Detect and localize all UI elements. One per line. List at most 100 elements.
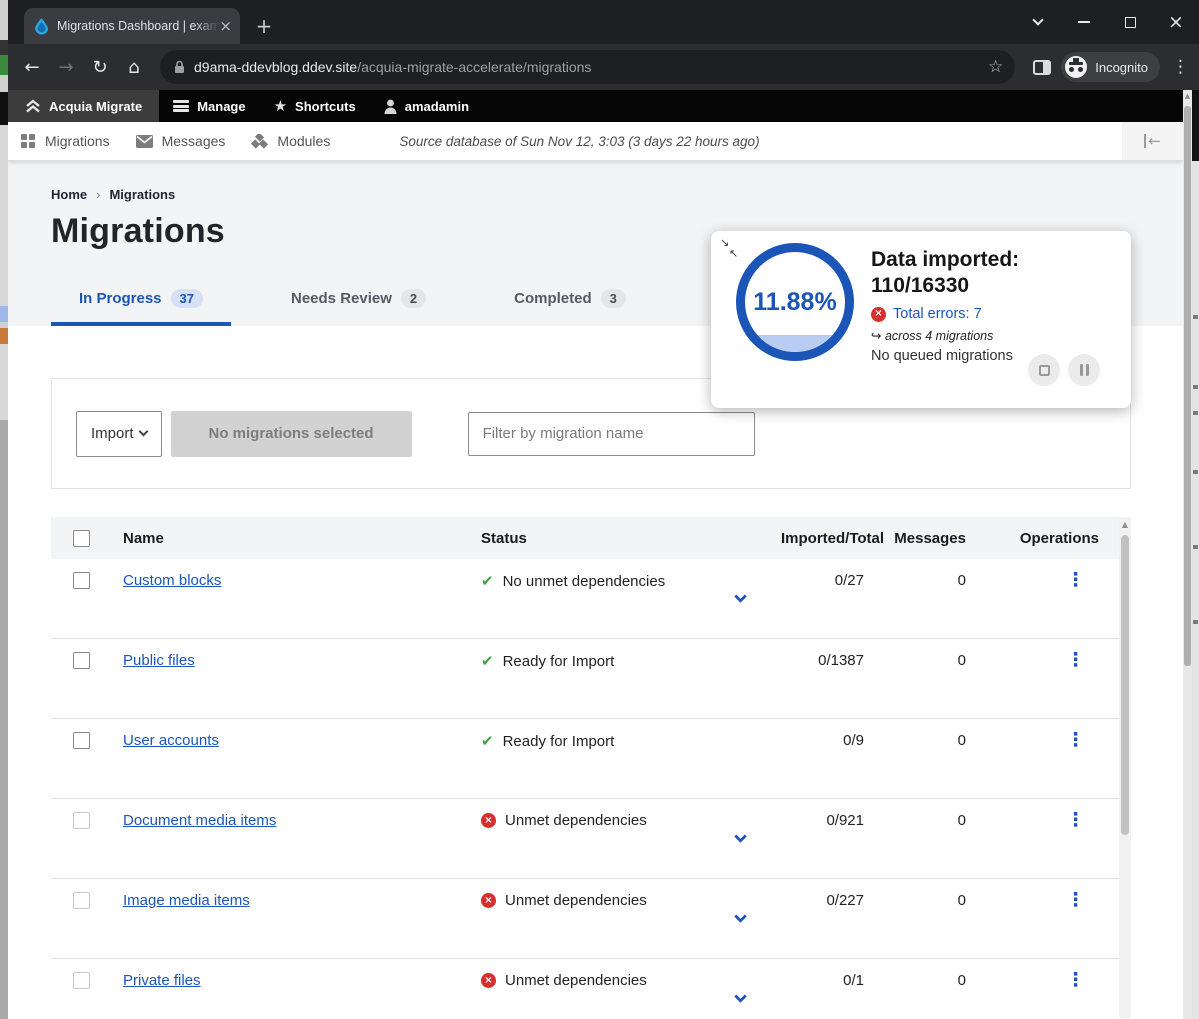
- messages-count: 0: [871, 812, 976, 829]
- status-text: Unmet dependencies: [505, 972, 647, 989]
- row-operations-kebab-icon[interactable]: ⋮: [1066, 729, 1099, 751]
- table-row: User accounts ✔ × Ready for Import 0/9 0…: [51, 719, 1131, 799]
- status-chevron-down-icon[interactable]: [736, 588, 745, 605]
- table-row: Image media items ✔ × Unmet dependencies…: [51, 879, 1131, 959]
- imported-total-value: 0/1387: [781, 652, 871, 669]
- breadcrumb-home-link[interactable]: Home: [51, 187, 87, 202]
- status-chevron-down-icon[interactable]: [736, 828, 745, 845]
- back-icon[interactable]: ←: [16, 51, 48, 83]
- toolbar-collapse-button[interactable]: ←: [1122, 122, 1183, 160]
- toolbar-item-migrations[interactable]: Migrations: [8, 122, 123, 160]
- status-text: No unmet dependencies: [503, 573, 666, 590]
- filter-input[interactable]: [468, 412, 755, 456]
- status-chevron-down-icon[interactable]: [736, 908, 745, 925]
- toolbar-item-acquia-migrate[interactable]: Acquia Migrate: [8, 90, 159, 122]
- migration-name-link[interactable]: Image media items: [123, 892, 250, 909]
- toolbar-item-manage[interactable]: Manage: [159, 90, 259, 122]
- stop-button[interactable]: [1028, 354, 1060, 386]
- drupal-favicon: [34, 18, 49, 35]
- url-bar[interactable]: d9ama-ddevblog.ddev.site/acquia-migrate-…: [160, 50, 1015, 84]
- no-migrations-selected-button[interactable]: No migrations selected: [171, 411, 412, 457]
- status-error-icon: ×: [481, 973, 496, 988]
- row-operations-kebab-icon[interactable]: ⋮: [1066, 649, 1099, 671]
- status-chevron-down-icon[interactable]: [736, 988, 745, 1005]
- toolbar-item-modules[interactable]: Modules: [238, 122, 343, 160]
- toolbar-item-user[interactable]: amadamin: [370, 90, 483, 122]
- scroll-up-icon[interactable]: ▲: [1183, 92, 1192, 100]
- imported-total-value: 0/227: [781, 892, 871, 909]
- row-checkbox[interactable]: [73, 572, 90, 589]
- forward-icon[interactable]: →: [50, 51, 82, 83]
- tab-completed[interactable]: Completed 3: [486, 277, 654, 326]
- stop-icon: [1039, 365, 1050, 376]
- new-tab-button[interactable]: +: [250, 12, 278, 40]
- table-row: Document media items ✔ × Unmet dependenc…: [51, 799, 1131, 879]
- resize-arrows-icon[interactable]: ↘↖: [720, 237, 738, 259]
- table-row: Custom blocks ✔ × No unmet dependencies …: [51, 559, 1131, 639]
- total-errors-link[interactable]: Total errors: 7: [893, 306, 982, 322]
- import-dropdown-button[interactable]: Import: [76, 411, 162, 457]
- hamburger-icon: [173, 100, 189, 112]
- migration-name-link[interactable]: Private files: [123, 972, 201, 989]
- row-operations-kebab-icon[interactable]: ⋮: [1066, 569, 1099, 591]
- page-scrollbar[interactable]: ▲: [1183, 90, 1192, 1019]
- browser-navbar: ← → ↻ ⌂ d9ama-ddevblog.ddev.site/acquia-…: [8, 44, 1199, 90]
- migration-name-link[interactable]: User accounts: [123, 732, 219, 749]
- window-maximize-icon[interactable]: [1107, 0, 1153, 44]
- tab-count-badge: 3: [601, 289, 626, 308]
- messages-count: 0: [871, 732, 976, 749]
- toolbar-item-shortcuts[interactable]: ★ Shortcuts: [260, 90, 370, 122]
- home-icon[interactable]: ⌂: [118, 51, 150, 83]
- window-close-icon[interactable]: ×: [1153, 0, 1199, 44]
- side-panel-icon[interactable]: [1033, 60, 1051, 75]
- select-all-checkbox[interactable]: [73, 530, 90, 547]
- migration-name-link[interactable]: Document media items: [123, 812, 276, 829]
- row-operations-kebab-icon[interactable]: ⋮: [1066, 889, 1099, 911]
- window-minimize-icon[interactable]: [1061, 0, 1107, 44]
- scroll-up-icon[interactable]: ▲: [1119, 520, 1131, 529]
- url-text: d9ama-ddevblog.ddev.site/acquia-migrate-…: [194, 59, 980, 75]
- header-imported-total: Imported/Total: [781, 530, 871, 547]
- migration-name-link[interactable]: Custom blocks: [123, 572, 221, 589]
- browser-tab-strip: Migrations Dashboard | example × + ×: [8, 0, 1199, 44]
- incognito-icon: [1065, 56, 1087, 78]
- reload-icon[interactable]: ↻: [84, 51, 116, 83]
- tab-in-progress[interactable]: In Progress 37: [51, 277, 231, 326]
- pause-button[interactable]: [1068, 354, 1100, 386]
- window-menu-chevron-icon[interactable]: [1015, 0, 1061, 44]
- breadcrumb-current: Migrations: [109, 187, 175, 202]
- table-scrollbar-thumb[interactable]: [1121, 535, 1129, 835]
- tab-count-badge: 2: [401, 289, 426, 308]
- status-error-icon: ×: [481, 813, 496, 828]
- row-operations-kebab-icon[interactable]: ⋮: [1066, 969, 1099, 991]
- progress-ring: 11.88%: [736, 243, 854, 361]
- imported-total-value: 0/9: [781, 732, 871, 749]
- chevron-down-icon: [138, 427, 148, 437]
- page-scrollbar-thumb[interactable]: [1184, 106, 1191, 666]
- row-checkbox[interactable]: [73, 732, 90, 749]
- browser-menu-icon[interactable]: ⋮: [1172, 57, 1189, 77]
- toolbar-item-messages[interactable]: Messages: [123, 122, 239, 160]
- row-operations-kebab-icon[interactable]: ⋮: [1066, 809, 1099, 831]
- user-icon: [384, 99, 397, 114]
- row-checkbox[interactable]: [73, 972, 90, 989]
- row-checkbox[interactable]: [73, 652, 90, 669]
- header-status: Status: [481, 530, 781, 547]
- imported-total-value: 0/921: [781, 812, 871, 829]
- browser-tab[interactable]: Migrations Dashboard | example ×: [24, 8, 240, 44]
- row-checkbox[interactable]: [73, 892, 90, 909]
- messages-count: 0: [871, 972, 976, 989]
- table-row: Private files ✔ × Unmet dependencies 0/1…: [51, 959, 1131, 1018]
- admin-toolbar: Acquia Migrate Manage ★ Shortcuts amadam…: [8, 90, 1183, 122]
- import-progress-popup: ↘↖ 11.88% Data imported: 110/16330 × Tot…: [711, 231, 1131, 408]
- tab-needs-review[interactable]: Needs Review 2: [263, 277, 454, 326]
- tab-count-badge: 37: [171, 289, 203, 308]
- table-row: Public files ✔ × Ready for Import 0/1387…: [51, 639, 1131, 719]
- tab-close-icon[interactable]: ×: [219, 19, 232, 34]
- bookmark-star-icon[interactable]: ☆: [988, 57, 1003, 77]
- table-scrollbar[interactable]: ▲: [1119, 517, 1131, 1018]
- status-text: Ready for Import: [503, 733, 615, 750]
- screen: Migrations Dashboard | example × + × ← →…: [0, 0, 1199, 1019]
- migration-name-link[interactable]: Public files: [123, 652, 195, 669]
- row-checkbox[interactable]: [73, 812, 90, 829]
